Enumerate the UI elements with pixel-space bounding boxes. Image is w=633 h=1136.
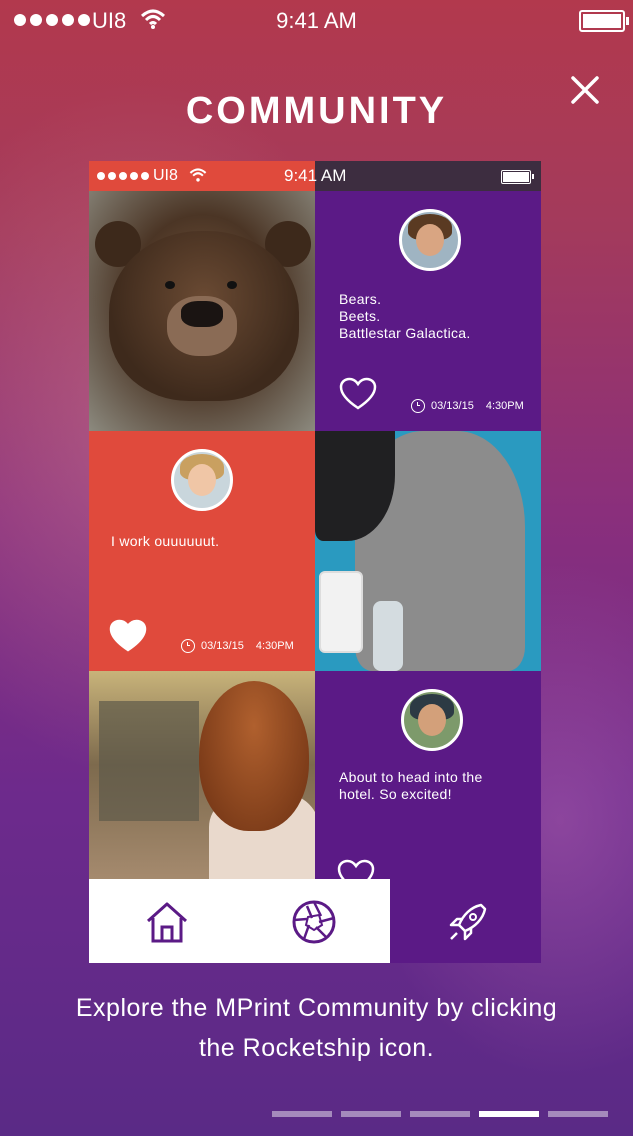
app-preview-mockup: UI8 9:41 AM Bears. Beets. Battlestar Gal…	[89, 161, 541, 963]
heart-icon[interactable]	[339, 377, 377, 411]
page-dot[interactable]	[272, 1111, 332, 1117]
onboarding-caption: Explore the MPrint Community by clicking…	[75, 994, 558, 1062]
camera-aperture-icon[interactable]	[291, 899, 337, 945]
clock-icon	[411, 399, 425, 413]
bear-photo[interactable]	[89, 191, 315, 431]
post-card[interactable]: About to head into the hotel. So excited…	[315, 671, 541, 879]
heart-icon[interactable]	[109, 619, 147, 653]
heart-icon[interactable]	[337, 859, 375, 879]
avatar[interactable]	[401, 689, 463, 751]
rocket-icon[interactable]	[445, 899, 491, 945]
post-text: Bears. Beets. Battlestar Galactica.	[339, 291, 471, 341]
page-dot[interactable]	[410, 1111, 470, 1117]
page-dot-active[interactable]	[479, 1111, 539, 1117]
mockup-carrier-label: UI8	[153, 167, 178, 184]
status-bar: UI8 9:41 AM	[0, 0, 633, 40]
mockup-clock-time: 9:41 AM	[284, 166, 347, 185]
mockup-status-bar: UI8 9:41 AM	[89, 161, 541, 191]
girl-photo[interactable]	[89, 671, 315, 879]
clock-icon	[181, 639, 195, 653]
post-card[interactable]: I work ouuuuuut. 03/13/15 4:30PM	[89, 431, 315, 671]
wifi-icon	[189, 168, 207, 182]
battery-icon	[501, 170, 534, 184]
page-dot[interactable]	[548, 1111, 608, 1117]
page-title: COMMUNITY	[185, 90, 448, 132]
page-dot[interactable]	[341, 1111, 401, 1117]
onboarding-screen: UI8 9:41 AM COMMUNITY UI8 9:41 AM Bears.…	[0, 0, 633, 1136]
avatar[interactable]	[171, 449, 233, 511]
page-indicator	[272, 1111, 608, 1117]
home-icon[interactable]	[144, 899, 190, 945]
post-text: About to head into the hotel. So excited…	[339, 769, 483, 802]
mockup-tab-bar	[89, 879, 541, 963]
post-card[interactable]: Bears. Beets. Battlestar Galactica. 03/1…	[315, 191, 541, 431]
post-timestamp: 03/13/15 4:30PM	[181, 639, 294, 653]
post-text: I work ouuuuuut.	[111, 533, 220, 549]
post-timestamp: 03/13/15 4:30PM	[411, 399, 524, 413]
clock-time: 9:41 AM	[276, 8, 357, 33]
battery-icon	[579, 10, 629, 32]
avatar[interactable]	[399, 209, 461, 271]
outfit-photo[interactable]	[315, 431, 541, 671]
